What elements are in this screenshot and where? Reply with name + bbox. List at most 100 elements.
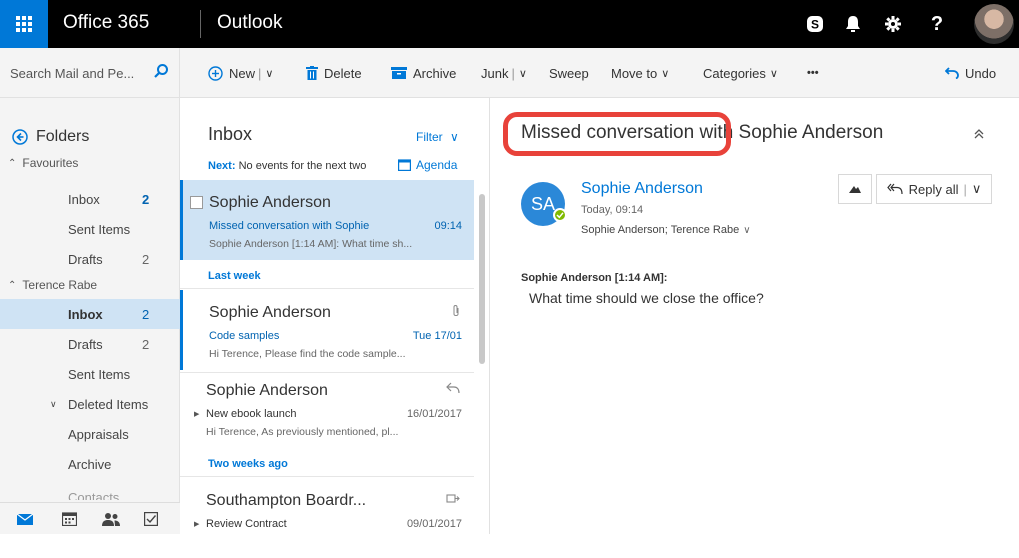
move-to-button[interactable]: Move to ∨ (611, 48, 669, 98)
message-time: 09:14 (434, 220, 462, 232)
favourites-label: Favourites (22, 156, 79, 170)
mail-module-button[interactable] (14, 509, 36, 529)
search-icon[interactable] (153, 63, 169, 79)
notifications-button[interactable] (831, 0, 875, 48)
gear-icon (885, 16, 901, 32)
reading-sender[interactable]: Sophie Anderson (581, 180, 703, 198)
folder-drafts[interactable]: Drafts 2 (0, 329, 180, 359)
next-event-text: No events for the next two (238, 160, 367, 172)
delete-button[interactable]: Delete (306, 48, 362, 98)
chevron-down-icon[interactable]: ∨ (972, 181, 982, 197)
settings-button[interactable] (871, 0, 915, 48)
folder-label: Drafts (68, 336, 103, 352)
draft-count: 2 (142, 251, 150, 267)
message-item[interactable]: Sophie Anderson Missed conversation with… (180, 180, 474, 260)
undo-icon (945, 67, 959, 79)
reply-all-icon (886, 183, 903, 195)
more-button[interactable]: ••• (807, 48, 819, 98)
archive-button[interactable]: Archive (391, 48, 456, 98)
folder-archive[interactable]: Archive (0, 449, 180, 479)
message-subject: Missed conversation with Sophie (209, 220, 370, 232)
chevron-down-icon[interactable]: ∨ (265, 67, 273, 80)
message-time: 09/01/2017 (406, 518, 462, 530)
message-time: 16/01/2017 (406, 408, 462, 420)
favourites-group[interactable]: ⌃ Favourites (8, 156, 78, 170)
message-item[interactable]: Sophie Anderson Code samples Tue 17/01 H… (180, 290, 474, 370)
message-list: Inbox Filter ∨ Next: No events for the n… (180, 98, 490, 534)
collapse-header-icon[interactable] (973, 128, 985, 140)
bell-icon (846, 16, 860, 32)
new-label: New (229, 65, 256, 81)
translate-icon (849, 186, 861, 193)
folder-fav-sent-items[interactable]: Sent Items (0, 214, 180, 244)
help-button[interactable]: ? (915, 0, 959, 48)
folder-inbox[interactable]: Inbox 2 (0, 299, 180, 329)
section-header: Two weeks ago (208, 458, 288, 470)
folder-contacts[interactable]: Contacts (0, 478, 180, 500)
chevron-down-icon[interactable]: ∨ (50, 399, 57, 410)
section-divider (180, 288, 474, 289)
tasks-module-button[interactable] (140, 509, 162, 529)
folder-appraisals[interactable]: Appraisals (0, 419, 180, 449)
chevron-up-icon: ⌃ (8, 279, 17, 291)
message-checkbox[interactable] (190, 196, 203, 209)
folder-deleted-items[interactable]: ∨ Deleted Items (0, 389, 180, 419)
categories-button[interactable]: Categories ∨ (703, 48, 778, 98)
next-event-line: Next: No events for the next two (208, 160, 366, 172)
sweep-button[interactable]: Sweep (549, 48, 589, 98)
expand-thread-icon[interactable]: ▶ (194, 410, 199, 418)
command-bar: Search Mail and Pe... New | ∨ Delete Archi… (0, 48, 1019, 98)
message-body: What time should we close the office? (529, 290, 764, 306)
presence-available-icon (553, 208, 567, 222)
calendar-icon (398, 159, 411, 171)
message-item[interactable]: Southampton Boardr... ▶ Review Contract … (180, 478, 474, 558)
folder-label: Contacts (68, 490, 120, 500)
expand-recipients-icon[interactable]: ∨ (743, 225, 750, 236)
list-scrollbar[interactable] (479, 194, 485, 364)
folder-fav-inbox[interactable]: Inbox 2 (0, 184, 180, 214)
unread-count: 2 (142, 191, 150, 207)
account-label: Terence Rabe (22, 278, 98, 292)
folders-toggle[interactable]: Folders (12, 128, 89, 146)
translate-button[interactable] (838, 174, 872, 204)
people-icon (102, 513, 120, 526)
message-subject: New ebook launch (206, 408, 297, 420)
list-title: Inbox (208, 124, 253, 144)
categories-label: Categories (703, 65, 766, 81)
help-icon: ? (930, 12, 944, 35)
app-name[interactable]: Outlook (217, 12, 282, 34)
chevron-up-icon: ⌃ (8, 157, 17, 169)
filter-label: Filter (416, 130, 443, 144)
office-brand[interactable]: Office 365 (63, 12, 149, 34)
topbar-divider (200, 10, 201, 38)
expand-thread-icon[interactable]: ▶ (194, 520, 199, 528)
avatar[interactable] (974, 4, 1014, 44)
junk-button[interactable]: Junk | ∨ (481, 48, 527, 98)
agenda-button[interactable]: Agenda (398, 158, 457, 172)
new-button[interactable]: New | ∨ (208, 48, 273, 98)
folder-label: Deleted Items (68, 396, 149, 412)
search-placeholder: Search Mail and Pe... (10, 65, 135, 81)
folder-sent-items[interactable]: Sent Items (0, 359, 180, 389)
plus-circle-icon (208, 65, 223, 81)
next-label: Next: (208, 160, 236, 172)
sweep-label: Sweep (549, 65, 589, 81)
mail-icon (17, 513, 33, 525)
account-group[interactable]: ⌃ Terence Rabe (8, 278, 97, 292)
message-sender: Sophie Anderson (206, 382, 328, 399)
message-item[interactable]: Sophie Anderson ▶ New ebook launch 16/01… (180, 368, 474, 448)
app-launcher-button[interactable] (0, 0, 48, 48)
folder-fav-drafts[interactable]: Drafts 2 (0, 244, 180, 274)
attachment-icon (452, 304, 460, 318)
folder-pane: Folders ⌃ Favourites Inbox 2 Sent Items … (0, 98, 180, 534)
search-input[interactable]: Search Mail and Pe... (0, 48, 180, 98)
people-module-button[interactable] (100, 509, 122, 529)
undo-button[interactable]: Undo (945, 48, 996, 98)
filter-button[interactable]: Filter ∨ (416, 130, 459, 144)
trash-icon (306, 66, 318, 80)
chevron-down-icon[interactable]: ∨ (519, 67, 527, 80)
reply-all-button[interactable]: Reply all | ∨ (876, 174, 992, 204)
folder-label: Sent Items (68, 366, 131, 382)
archive-label: Archive (413, 65, 457, 81)
calendar-module-button[interactable] (58, 509, 80, 529)
